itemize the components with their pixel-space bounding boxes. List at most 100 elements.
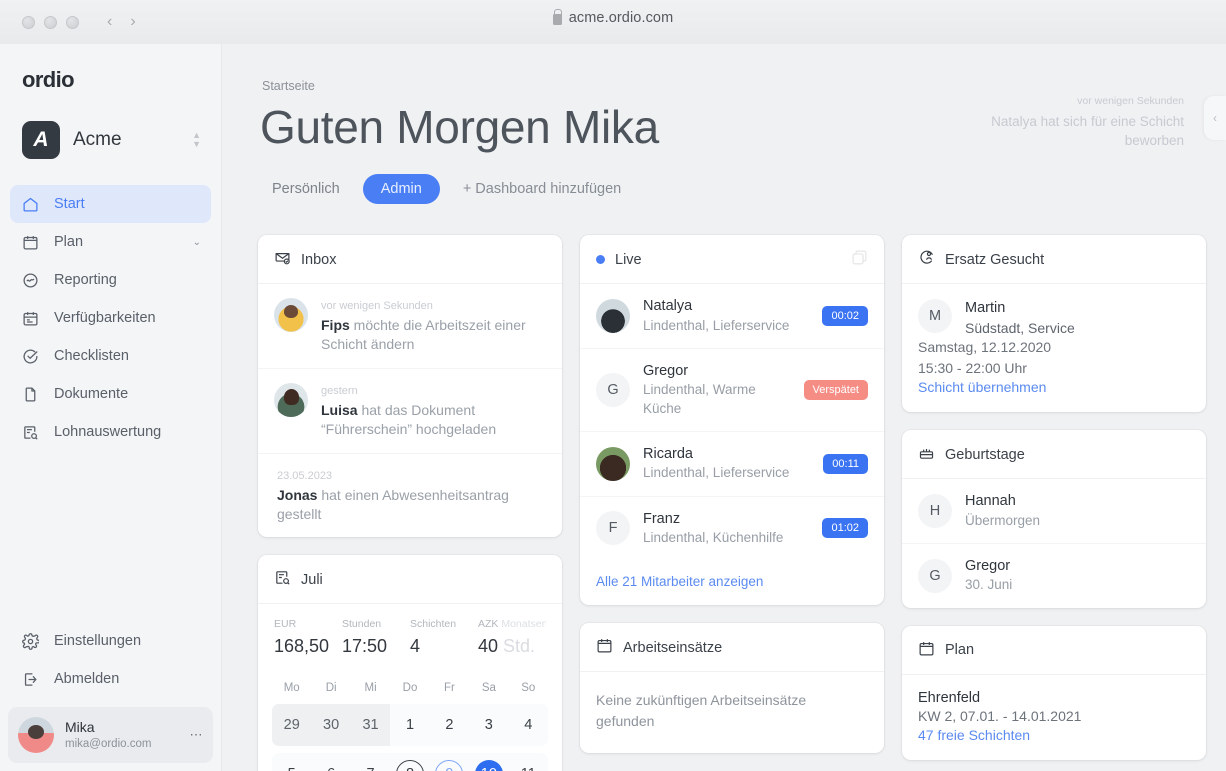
item-actor: Fips bbox=[321, 317, 350, 334]
lock-icon bbox=[552, 9, 563, 25]
shift-date: Samstag, 12.12.2020 bbox=[918, 339, 1052, 356]
stat-value-main: 40 bbox=[478, 636, 499, 657]
sidebar-item-label: Checklisten bbox=[54, 348, 129, 364]
sidebar-item-einstellungen[interactable]: Einstellungen bbox=[10, 622, 211, 660]
logout-icon bbox=[20, 669, 40, 689]
employee-role: Lindenthal, Küchenhilfe bbox=[643, 530, 784, 546]
org-switcher[interactable]: A Acme ▲ ▼ bbox=[18, 117, 205, 163]
status-badge: 00:02 bbox=[822, 305, 868, 326]
calendar-weekday-row: Mo Di Mi Do Fr Sa So bbox=[272, 674, 548, 704]
list-item[interactable]: G Gregor 30. Juni bbox=[902, 542, 1206, 608]
sidebar-item-label: Reporting bbox=[54, 272, 117, 288]
sidebar-item-dokumente[interactable]: Dokumente bbox=[10, 375, 211, 413]
user-menu[interactable]: Mika mika@ordio.com ⋯ bbox=[8, 707, 213, 763]
avatar-initial: G bbox=[596, 372, 630, 407]
sidebar-item-lohnauswertung[interactable]: Lohnauswertung bbox=[10, 413, 211, 451]
calendar-day[interactable]: 7 bbox=[351, 753, 390, 771]
sidebar-item-plan[interactable]: Plan ⌄ bbox=[10, 223, 211, 261]
list-item[interactable]: F Franz Lindenthal, Küchenhilfe 01:02 bbox=[580, 495, 884, 561]
calendar-day-number: 8 bbox=[395, 760, 424, 771]
chevron-down-icon[interactable]: ⌄ bbox=[193, 237, 201, 248]
add-dashboard-button[interactable]: + Dashboard hinzufügen bbox=[453, 175, 631, 203]
item-message: Jonas hat einen Abwesenheitsantrag geste… bbox=[277, 486, 546, 525]
calendar-day[interactable]: 9 bbox=[430, 753, 469, 771]
sidebar-item-start[interactable]: Start bbox=[10, 185, 211, 223]
calendar-day-selected[interactable]: 10 bbox=[469, 753, 508, 771]
person-name: Hannah bbox=[965, 493, 1016, 510]
list-item[interactable]: G Gregor Lindenthal, Warme Küche Verspät… bbox=[580, 347, 884, 431]
app-logo: ordio bbox=[22, 67, 75, 92]
page-title: Guten Morgen Mika bbox=[260, 101, 659, 153]
calendar-day-number: 31 bbox=[362, 717, 379, 734]
weekday-label: Di bbox=[325, 682, 337, 695]
weekday-label: Mi bbox=[364, 682, 377, 695]
forward-button[interactable]: › bbox=[130, 14, 135, 30]
live-card-title: Live bbox=[615, 251, 642, 268]
sidebar-item-checklisten[interactable]: Checklisten bbox=[10, 337, 211, 375]
window-controls[interactable] bbox=[22, 15, 79, 29]
employee-name: Ricarda bbox=[643, 445, 693, 462]
sidebar-item-abmelden[interactable]: Abmelden bbox=[10, 660, 211, 698]
calendar-day[interactable]: 31 bbox=[350, 704, 391, 747]
breadcrumb[interactable]: Startseite bbox=[262, 79, 1226, 93]
live-card: Live Natalya Lindenthal, Lieferservice 0… bbox=[580, 235, 884, 606]
calendar-icon bbox=[20, 232, 40, 252]
plan-location: Ehrenfeld bbox=[918, 689, 981, 706]
calendar-day[interactable]: 1 bbox=[390, 704, 429, 746]
avatar bbox=[596, 446, 630, 481]
browser-navigation[interactable]: ‹ › bbox=[107, 14, 136, 30]
juli-card-header: Juli bbox=[258, 555, 562, 605]
plan-week: KW 2, 07.01. - 14.01.2021 bbox=[918, 707, 1082, 724]
weekday-label: So bbox=[521, 682, 536, 695]
mail-check-icon bbox=[274, 249, 291, 270]
close-window-button[interactable] bbox=[22, 15, 35, 29]
stat-value: 168,50 bbox=[274, 636, 330, 657]
tab-admin[interactable]: Admin bbox=[362, 174, 440, 204]
plan-card: Plan Ehrenfeld KW 2, 07.01. - 14.01.2021… bbox=[902, 625, 1206, 760]
calendar-day[interactable]: 29 bbox=[272, 704, 312, 747]
payroll-icon bbox=[20, 422, 40, 442]
back-button[interactable]: ‹ bbox=[107, 14, 112, 30]
list-item[interactable]: Natalya Lindenthal, Lieferservice 00:02 bbox=[580, 284, 884, 348]
arbeitseinsaetze-card-title: Arbeitseinsätze bbox=[623, 639, 723, 656]
list-item[interactable]: 23.05.2023 Jonas hat einen Abwesenheitsa… bbox=[258, 452, 562, 538]
sidebar-item-label: Abmelden bbox=[54, 671, 120, 687]
minimize-window-button[interactable] bbox=[44, 15, 57, 29]
sidebar-item-verfuegbarkeiten[interactable]: Verfügbarkeiten bbox=[10, 299, 211, 337]
dashboard-column-1: Inbox vor wenigen Sekunden Fips möchte d… bbox=[258, 235, 562, 771]
calendar-day-number: 3 bbox=[484, 717, 493, 734]
calendar-day[interactable]: 5 bbox=[272, 753, 311, 771]
free-shifts-link[interactable]: 47 freie Schichten bbox=[918, 727, 1190, 743]
tab-persoenlich[interactable]: Persönlich bbox=[262, 175, 350, 203]
avatar-initial: M bbox=[918, 299, 952, 333]
calendar: Mo Di Mi Do Fr Sa So 29 30 31 1 2 3 4 bbox=[258, 670, 562, 771]
ersatz-shift-detail: M Martin Südstadt, Service Samstag, 12.1… bbox=[902, 284, 1206, 412]
stat-value: 17:50 bbox=[342, 636, 388, 657]
calendar-day-number: 10 bbox=[474, 760, 503, 771]
weekday-label: Mo bbox=[283, 682, 300, 695]
avatar bbox=[274, 298, 308, 332]
maximize-window-button[interactable] bbox=[66, 15, 79, 29]
show-all-employees-link[interactable]: Alle 21 Mitarbeiter anzeigen bbox=[580, 560, 884, 605]
panel-collapse-button[interactable]: ‹ bbox=[1204, 96, 1226, 140]
sidebar-item-reporting[interactable]: Reporting bbox=[10, 261, 211, 299]
list-item[interactable]: H Hannah Übermorgen bbox=[902, 479, 1206, 543]
take-shift-link[interactable]: Schicht übernehmen bbox=[918, 379, 1190, 395]
list-item[interactable]: Ricarda Lindenthal, Lieferservice 00:11 bbox=[580, 430, 884, 496]
calendar-day[interactable]: 30 bbox=[311, 704, 351, 747]
calendar-day[interactable]: 8 bbox=[390, 753, 429, 771]
stat-label: EUR bbox=[274, 618, 297, 631]
expand-icon[interactable] bbox=[851, 249, 868, 270]
address-bar[interactable]: acme.ordio.com bbox=[0, 9, 1226, 26]
user-menu-dots-icon[interactable]: ⋯ bbox=[189, 728, 203, 741]
list-item[interactable]: vor wenigen Sekunden Fips möchte die Arb… bbox=[258, 284, 562, 368]
calendar-day[interactable]: 2 bbox=[430, 704, 469, 746]
employee-name: Gregor bbox=[643, 362, 689, 379]
list-item[interactable]: gestern Luisa hat das Dokument “Führersc… bbox=[258, 367, 562, 453]
calendar-day[interactable]: 3 bbox=[469, 704, 508, 746]
calendar-day-number: 9 bbox=[435, 760, 464, 771]
avatar bbox=[18, 717, 54, 753]
calendar-day[interactable]: 4 bbox=[509, 704, 548, 746]
calendar-day[interactable]: 6 bbox=[311, 753, 350, 771]
calendar-day[interactable]: 11 bbox=[509, 753, 548, 771]
